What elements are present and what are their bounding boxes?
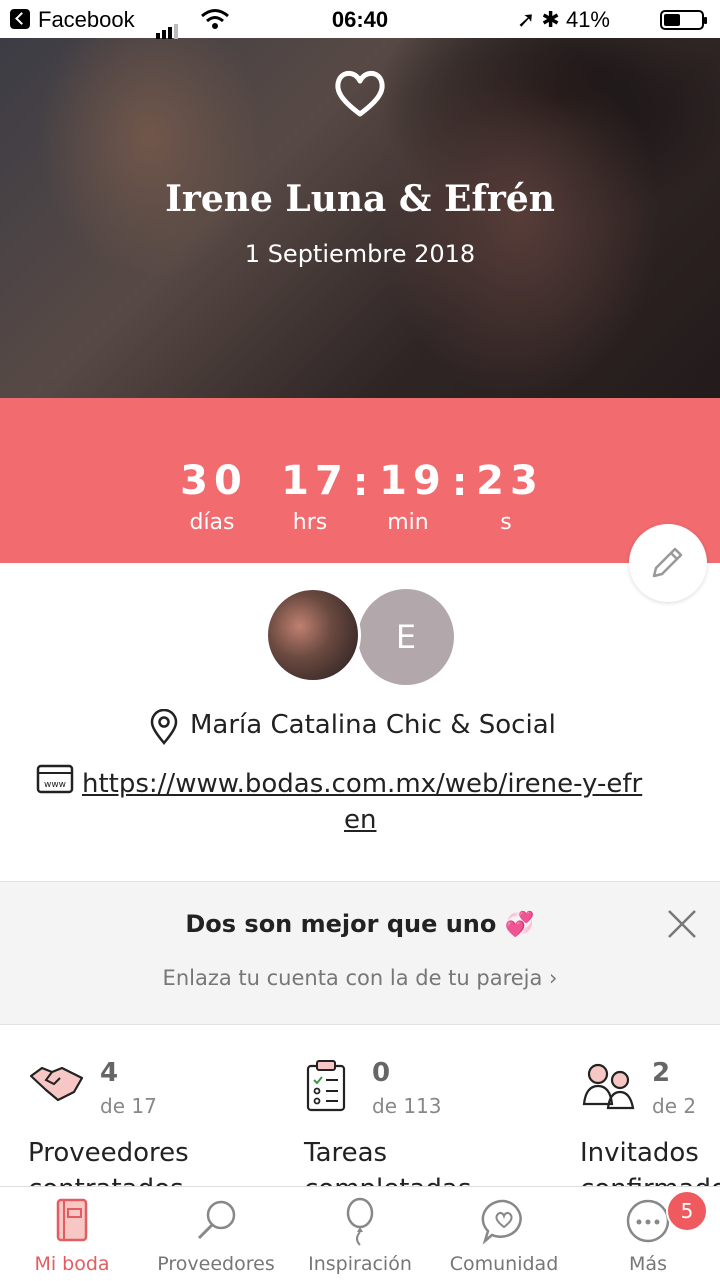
tab-proveedores[interactable]: Proveedores — [144, 1187, 288, 1281]
days-label: días — [189, 510, 235, 535]
guests-icon — [582, 1063, 635, 1110]
hours-label: hrs — [292, 510, 328, 535]
wedding-website-link-cont[interactable]: en — [344, 805, 376, 835]
wedding-date: 1 Septiembre 2018 — [244, 240, 476, 268]
notification-badge: 5 — [666, 1190, 708, 1232]
stat-total: de 2 — [652, 1094, 697, 1118]
link-partner-banner: Dos son mejor que uno 💞 Enlaza tu cuenta… — [0, 881, 720, 1025]
stat-count: 0 — [372, 1058, 391, 1088]
notebook-icon — [56, 1198, 88, 1242]
venue-name: María Catalina Chic & Social — [190, 710, 556, 740]
countdown-days: 30 — [180, 458, 248, 504]
close-icon[interactable] — [666, 908, 698, 940]
checklist-icon — [306, 1060, 346, 1112]
couple-names: Irene Luna & Efrén — [165, 178, 555, 220]
stat-label: Tareas — [304, 1138, 388, 1168]
status-bar: Facebook 06:40 ➚ ✱ 41% — [0, 0, 720, 39]
countdown-minutes: 19 — [379, 458, 447, 504]
wedding-website-link[interactable]: https://www.bodas.com.mx/web/irene-y-efr — [82, 762, 682, 806]
stat-label: Proveedores — [28, 1138, 189, 1168]
battery-icon — [660, 10, 707, 30]
cover-photo: Irene Luna & Efrén 1 Septiembre 2018 — [0, 38, 720, 438]
partner-avatar[interactable]: E — [358, 589, 454, 685]
stat-total: de 113 — [372, 1094, 442, 1118]
tab-inspiracion[interactable]: Inspiración — [288, 1187, 432, 1281]
website-icon: www — [36, 764, 74, 794]
tab-mi-boda[interactable]: Mi boda — [0, 1187, 144, 1281]
stat-label: Invitados — [580, 1138, 699, 1168]
clock: 06:40 — [331, 7, 389, 32]
heart-logo-icon — [335, 70, 385, 117]
tab-label: Mi boda — [34, 1253, 110, 1275]
countdown-seconds: 23 — [476, 458, 544, 504]
battery-percent: ➚ ✱ 41% — [516, 7, 610, 32]
tab-label: Comunidad — [449, 1253, 559, 1275]
tab-label: Inspiración — [308, 1253, 412, 1275]
pencil-icon — [652, 547, 683, 578]
stat-count: 2 — [652, 1058, 671, 1088]
tab-label: Más — [629, 1253, 667, 1275]
stat-count: 4 — [100, 1058, 119, 1088]
couple-photo-avatar[interactable] — [265, 587, 361, 683]
countdown-hours: 17 — [281, 458, 349, 504]
tab-label: Proveedores — [157, 1253, 275, 1275]
bottom-tab-bar: Mi boda Proveedores Inspiración Comunida… — [0, 1186, 720, 1281]
search-icon — [197, 1200, 236, 1240]
more-icon — [626, 1199, 670, 1243]
link-partner-link[interactable]: Enlaza tu cuenta con la de tu pareja › — [0, 966, 720, 990]
stat-total: de 17 — [100, 1094, 157, 1118]
minutes-label: min — [387, 510, 429, 535]
chat-heart-icon — [481, 1199, 522, 1245]
location-pin-icon — [150, 709, 178, 745]
tab-comunidad[interactable]: Comunidad — [432, 1187, 576, 1281]
banner-title: Dos son mejor que uno 💞 — [185, 910, 535, 938]
balloon-icon — [346, 1197, 374, 1246]
edit-button[interactable] — [629, 524, 707, 602]
seconds-label: s — [500, 510, 512, 535]
handshake-icon — [29, 1066, 84, 1102]
svg-text:www: www — [44, 780, 66, 790]
